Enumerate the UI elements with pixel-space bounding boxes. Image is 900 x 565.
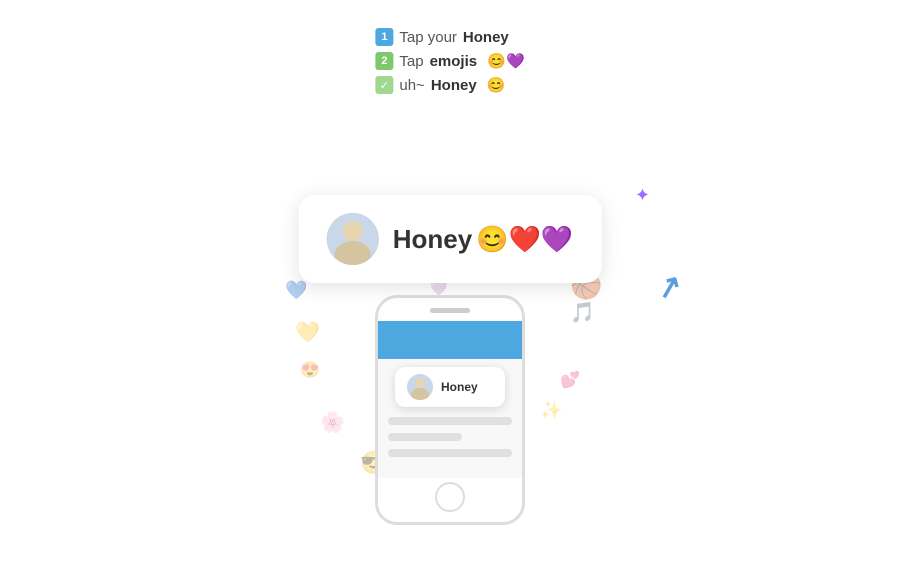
content-line-1 [388,417,512,425]
instruction-3-prefix: uh~ [399,77,424,94]
notification-text-large: Honey 😊❤️💜 [393,224,574,255]
avatar-small [407,374,433,400]
badge-2: 2 [375,52,393,70]
cloud-emoji-6: 💛 [295,320,320,345]
cloud-emoji-11: ✨ [540,400,562,421]
phone-content-area: Honey [378,359,522,478]
cloud-emoji-10: 🌸 [320,410,345,435]
spark-icon: ✦ [635,185,650,206]
cloud-emoji-7: 🎵 [570,300,595,325]
avatar-person-large [327,213,379,265]
content-line-3 [388,449,512,457]
phone-mockup: Honey [375,295,525,525]
content-line-2 [388,433,462,441]
phone-notification-small: Honey [395,367,505,407]
cloud-emoji-4: 💙 [285,280,307,301]
arrow-up-right-icon: ↗ [653,267,686,307]
badge-check: ✓ [375,76,393,94]
notification-name-small: Honey [441,380,478,394]
notification-emojis-large: 😊❤️💜 [476,224,573,255]
phone-speaker [430,308,470,313]
instruction-1-bold: Honey [463,29,509,46]
notification-name-large: Honey [393,224,472,255]
notification-card-large: Honey 😊❤️💜 [299,195,602,283]
badge-1: 1 [375,28,393,46]
instruction-3-bold: Honey [431,77,477,94]
instruction-2-bold: emojis [430,53,478,70]
phone-content-lines [388,417,512,457]
instructions-block: 1 Tap your Honey 2 Tap emojis 😊💜 ✓ uh~ H… [375,28,524,94]
instruction-2-prefix: Tap [399,53,423,70]
instruction-line-3: ✓ uh~ Honey 😊 [375,76,524,94]
phone-bottom [378,478,522,522]
cloud-emoji-8: 😍 [300,360,320,380]
cloud-emoji-9: 💕 [560,370,580,390]
instruction-line-1: 1 Tap your Honey [375,28,524,46]
phone-home-button [435,482,465,512]
avatar-large [327,213,379,265]
instruction-line-2: 2 Tap emojis 😊💜 [375,52,524,70]
page-container: 💜 😊 ❤️ 💙 🏀 💛 🎵 😍 💕 🌸 ✨ 😎 🍑 💜 😊 1 Tap you… [0,0,900,565]
instruction-2-emojis: 😊💜 [483,52,525,70]
instruction-1-prefix: Tap your [399,29,457,46]
phone-screen-top [378,321,522,359]
instruction-3-emojis: 😊 [483,76,506,94]
